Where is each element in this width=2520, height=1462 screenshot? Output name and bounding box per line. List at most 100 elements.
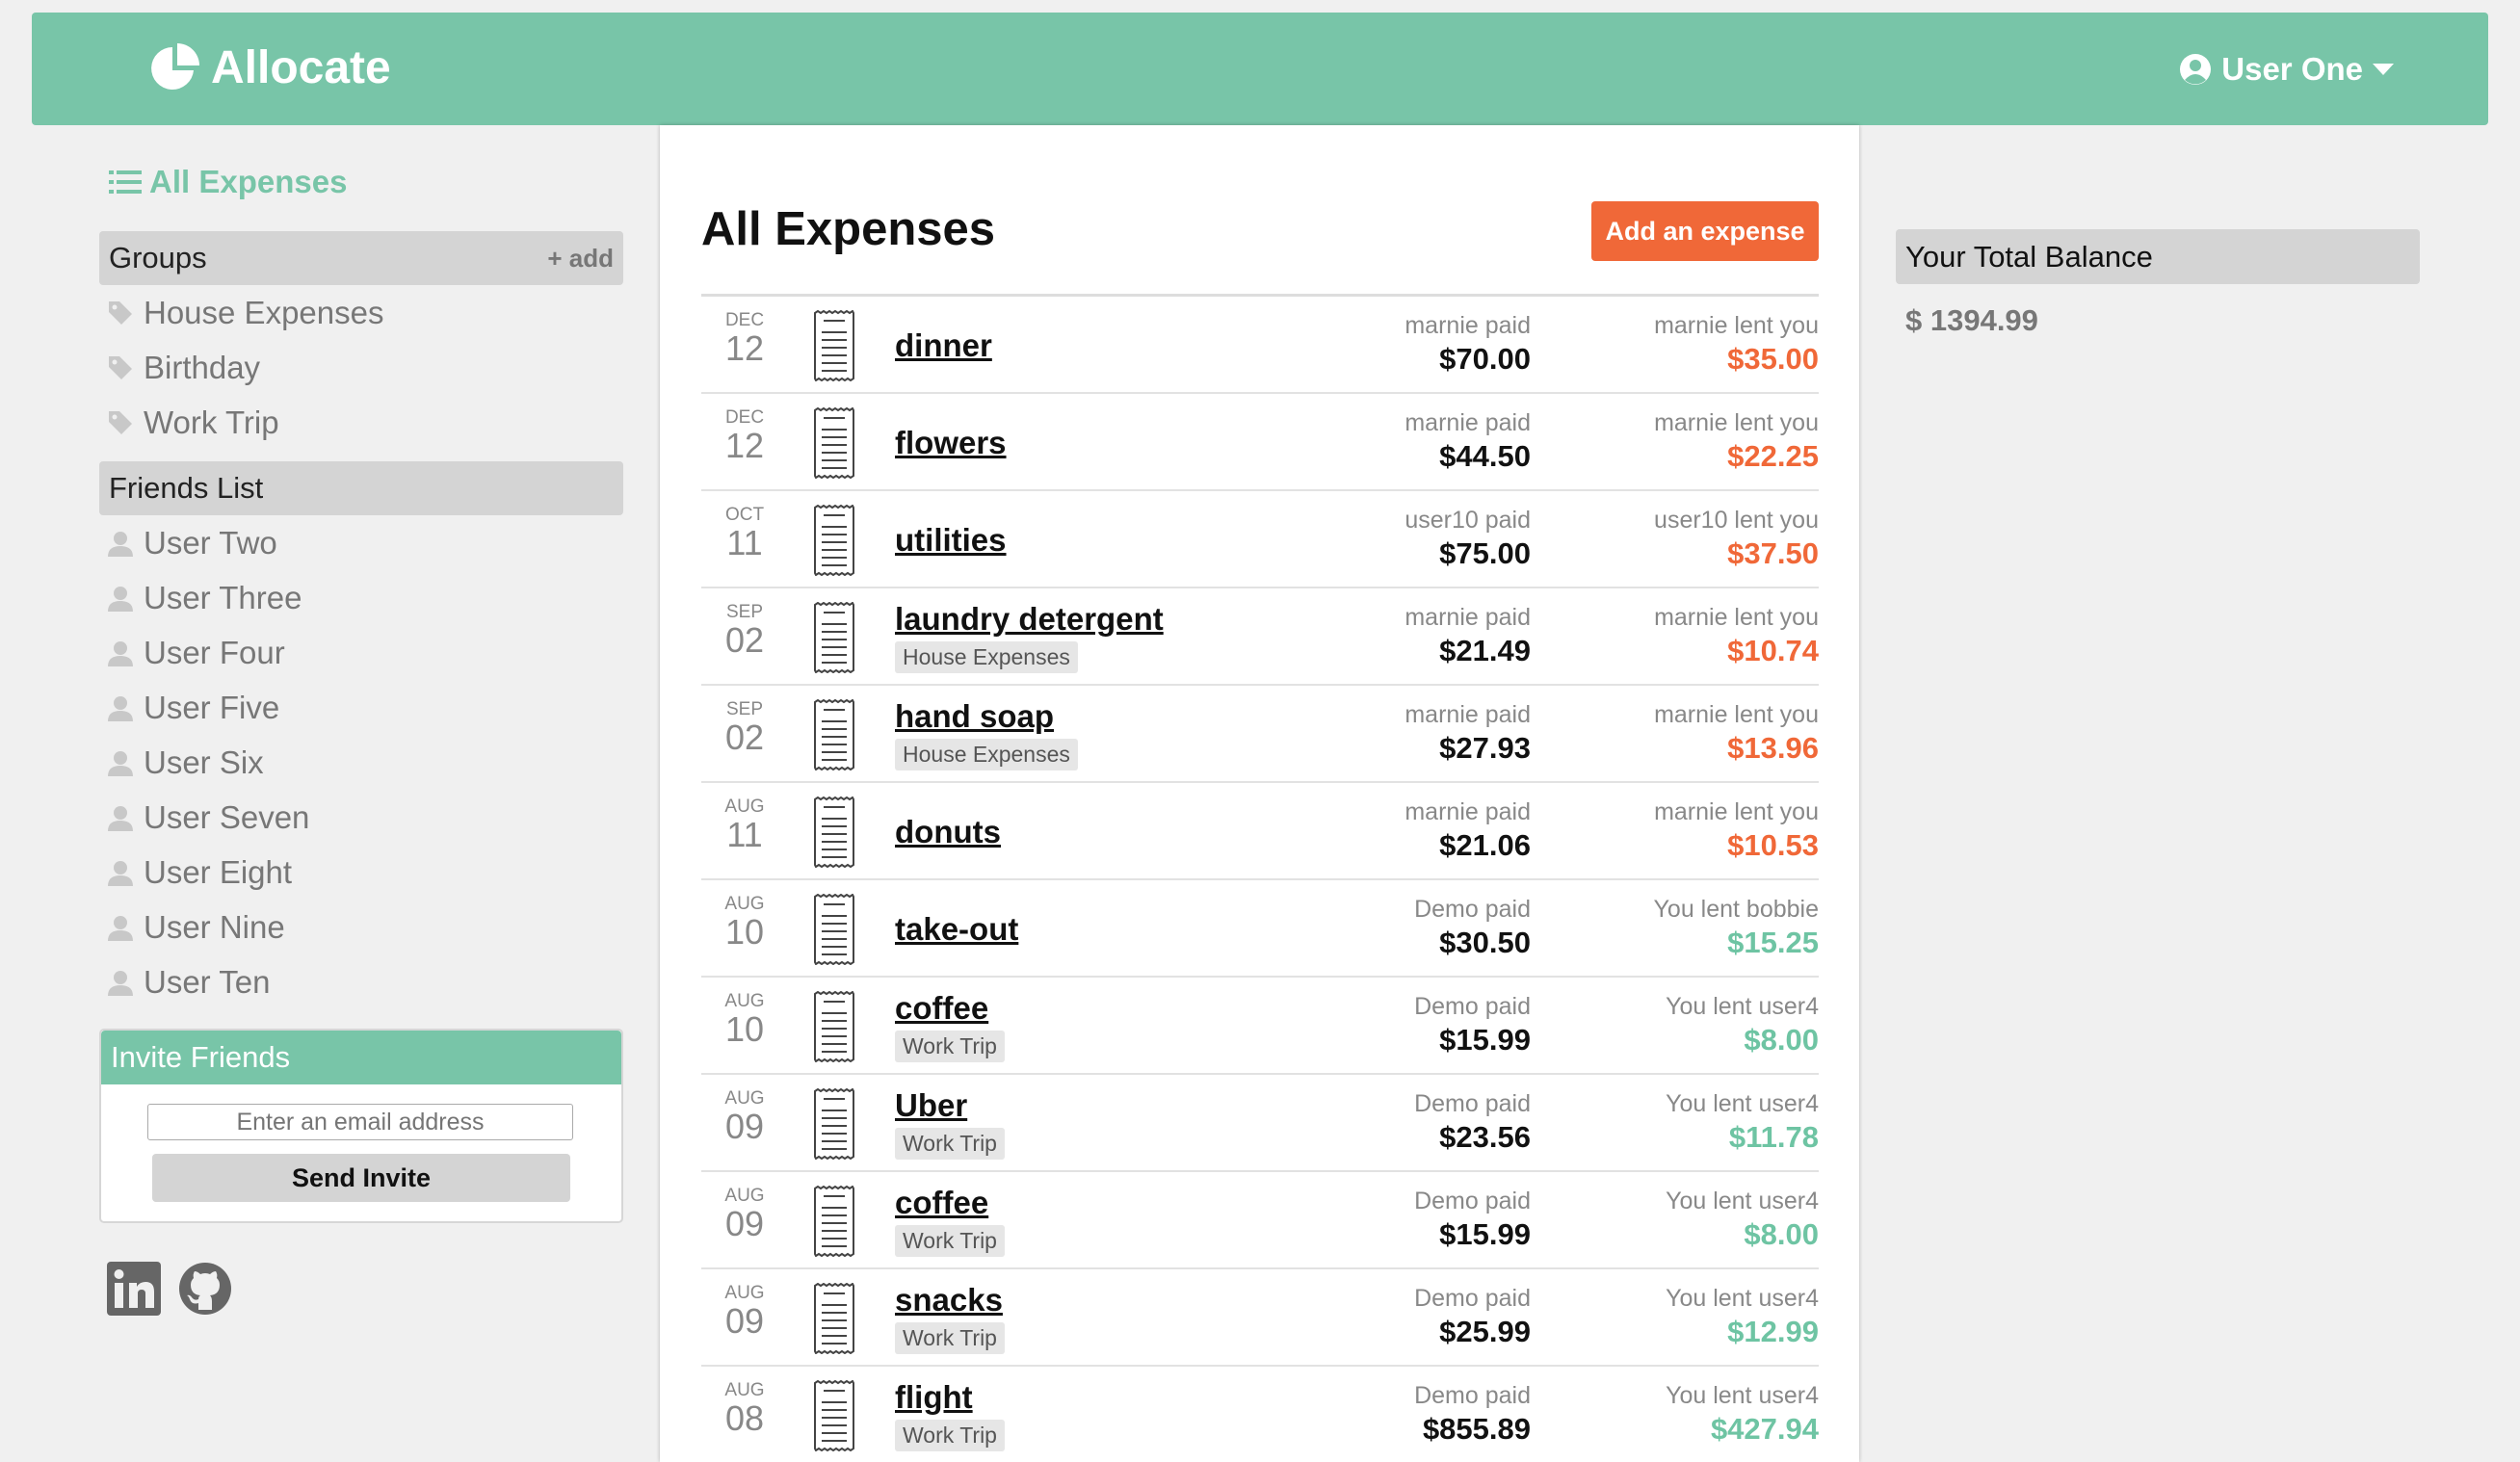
friend-item[interactable]: User Six — [107, 735, 623, 790]
user-menu[interactable]: User One — [2179, 51, 2394, 88]
lent-info: marnie lent you $10.53 — [1654, 798, 1819, 863]
expense-row[interactable]: AUG 11 donuts marnie paid $21.06 marnie lent … — [701, 783, 1819, 880]
group-tag[interactable]: Work Trip — [895, 1225, 1005, 1257]
expense-name-link[interactable]: Uber — [895, 1087, 1005, 1124]
lent-amount: $8.00 — [1744, 1023, 1819, 1057]
receipt-icon — [814, 796, 854, 868]
group-item[interactable]: Birthday — [107, 340, 623, 395]
expense-row[interactable]: DEC 12 dinner marnie paid $70.00 marnie lent … — [701, 297, 1819, 394]
lent-info: You lent user4 $8.00 — [1666, 993, 1819, 1057]
expense-date: SEP 02 — [701, 699, 788, 755]
receipt-icon — [814, 1088, 854, 1160]
group-tag[interactable]: House Expenses — [895, 739, 1078, 770]
paid-by-label: user10 paid — [1404, 507, 1531, 534]
friend-item[interactable]: User Seven — [107, 790, 623, 845]
paid-amount: $30.50 — [1439, 926, 1531, 959]
linkedin-icon[interactable] — [107, 1262, 161, 1316]
groups-list: House Expenses Birthday Work Trip — [99, 285, 623, 450]
expense-description: utilities — [895, 491, 1007, 588]
receipt-icon — [814, 1283, 854, 1354]
expense-date: OCT 11 — [701, 505, 788, 561]
top-navbar: Allocate User One — [32, 13, 2488, 125]
lent-info: marnie lent you $10.74 — [1654, 604, 1819, 668]
receipt-icon — [814, 894, 854, 965]
send-invite-button[interactable]: Send Invite — [152, 1154, 570, 1202]
expense-name-link[interactable]: flight — [895, 1379, 1005, 1416]
expense-row[interactable]: AUG 09 snacks Work Trip Demo paid $25.99 You l… — [701, 1269, 1819, 1367]
expense-name-link[interactable]: flowers — [895, 425, 1007, 461]
expense-description: flowers — [895, 394, 1007, 491]
lent-label: user10 lent you — [1654, 507, 1819, 534]
paid-by-label: Demo paid — [1414, 1382, 1531, 1409]
expense-name-link[interactable]: dinner — [895, 327, 992, 364]
expense-row[interactable]: AUG 10 coffee Work Trip Demo paid $15.99 You l… — [701, 978, 1819, 1075]
receipt-icon — [814, 1186, 854, 1257]
add-expense-button[interactable]: Add an expense — [1591, 201, 1819, 261]
expense-name-link[interactable]: donuts — [895, 814, 1001, 850]
lent-info: marnie lent you $35.00 — [1654, 312, 1819, 377]
tag-icon — [109, 355, 132, 379]
expense-description: dinner — [895, 297, 992, 394]
user-icon — [108, 586, 133, 612]
expense-row[interactable]: SEP 02 hand soap House Expenses marnie paid $… — [701, 686, 1819, 783]
expense-name-link[interactable]: take-out — [895, 911, 1018, 948]
group-tag[interactable]: Work Trip — [895, 1031, 1005, 1062]
expense-description: donuts — [895, 783, 1001, 880]
paid-amount: $27.93 — [1439, 731, 1531, 765]
all-expenses-link[interactable]: All Expenses — [109, 164, 623, 200]
group-tag[interactable]: Work Trip — [895, 1322, 1005, 1354]
groups-header: Groups + add — [99, 231, 623, 285]
add-group-button[interactable]: + add — [547, 244, 614, 274]
friend-label: User Six — [144, 744, 264, 780]
expense-name-link[interactable]: hand soap — [895, 698, 1078, 735]
friend-item[interactable]: User Two — [107, 515, 623, 570]
lent-label: You lent user4 — [1666, 1188, 1819, 1214]
group-item[interactable]: Work Trip — [107, 395, 623, 450]
lent-amount: $10.74 — [1727, 634, 1819, 667]
friend-item[interactable]: User Ten — [107, 954, 623, 1009]
expenses-list: DEC 12 dinner marnie paid $70.00 marnie lent … — [701, 294, 1819, 1462]
expense-row[interactable]: AUG 08 flight Work Trip Demo paid $855.89 You … — [701, 1367, 1819, 1462]
expense-name-link[interactable]: laundry detergent — [895, 601, 1164, 638]
group-label: Work Trip — [144, 404, 279, 440]
group-tag[interactable]: Work Trip — [895, 1420, 1005, 1451]
friend-item[interactable]: User Five — [107, 680, 623, 735]
friend-item[interactable]: User Nine — [107, 900, 623, 954]
expense-row[interactable]: SEP 02 laundry detergent House Expenses marn… — [701, 588, 1819, 686]
expense-name-link[interactable]: coffee — [895, 1185, 1005, 1221]
friend-item[interactable]: User Eight — [107, 845, 623, 900]
date-day: 11 — [726, 523, 763, 562]
date-day: 12 — [724, 328, 765, 368]
brand-name: Allocate — [211, 42, 391, 93]
paid-amount: $44.50 — [1439, 439, 1531, 473]
expense-name-link[interactable]: coffee — [895, 990, 1005, 1027]
expense-row[interactable]: OCT 11 utilities user10 paid $75.00 user10 le… — [701, 491, 1819, 588]
lent-label: You lent user4 — [1666, 1090, 1819, 1117]
expense-row[interactable]: AUG 09 Uber Work Trip Demo paid $23.56 You len… — [701, 1075, 1819, 1172]
friend-item[interactable]: User Three — [107, 570, 623, 625]
paid-by-label: Demo paid — [1414, 993, 1531, 1020]
social-links — [107, 1262, 623, 1316]
paid-info: Demo paid $15.99 — [1414, 1188, 1531, 1252]
github-icon[interactable] — [178, 1262, 232, 1316]
friend-item[interactable]: User Four — [107, 625, 623, 680]
lent-label: marnie lent you — [1654, 409, 1819, 436]
balance-value: $ 1394.99 — [1905, 303, 2038, 337]
expense-name-link[interactable]: snacks — [895, 1282, 1005, 1318]
expense-row[interactable]: AUG 09 coffee Work Trip Demo paid $15.99 You l… — [701, 1172, 1819, 1269]
user-icon — [108, 640, 133, 666]
friend-label: User Seven — [144, 798, 310, 835]
paid-info: marnie paid $44.50 — [1404, 409, 1531, 474]
group-tag[interactable]: Work Trip — [895, 1128, 1005, 1160]
user-icon — [108, 695, 133, 721]
expense-row[interactable]: AUG 10 take-out Demo paid $30.50 You lent bob… — [701, 880, 1819, 978]
group-tag[interactable]: House Expenses — [895, 641, 1078, 673]
brand-logo[interactable]: Allocate — [149, 41, 391, 94]
expense-row[interactable]: DEC 12 flowers marnie paid $44.50 marnie lent… — [701, 394, 1819, 491]
invite-email-input[interactable] — [147, 1104, 573, 1140]
group-item[interactable]: House Expenses — [107, 285, 623, 340]
expense-date: DEC 12 — [701, 407, 788, 463]
lent-label: You lent user4 — [1666, 993, 1819, 1020]
expense-name-link[interactable]: utilities — [895, 522, 1007, 559]
lent-label: marnie lent you — [1654, 604, 1819, 631]
